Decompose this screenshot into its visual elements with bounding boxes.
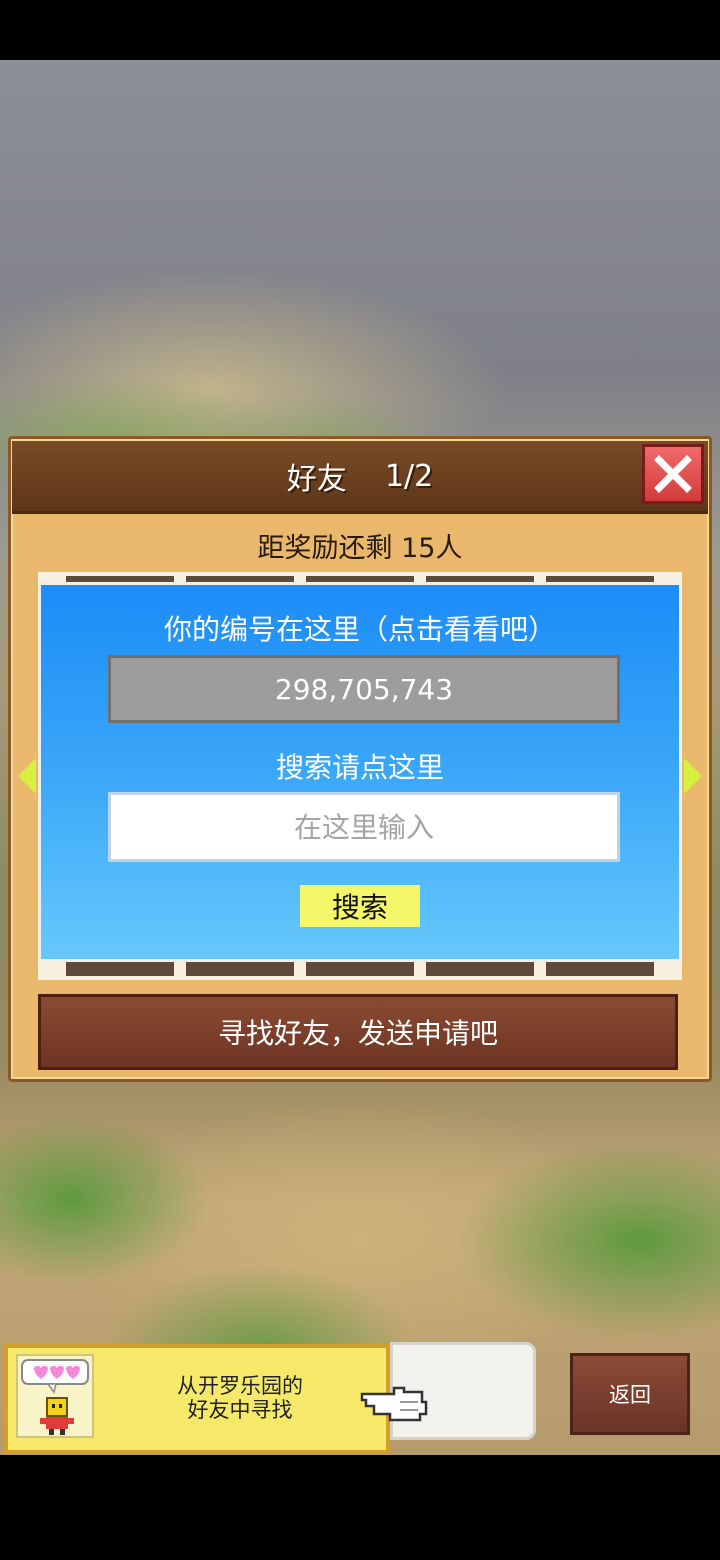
player-id-label: 你的编号在这里（点击看看吧） xyxy=(163,613,556,646)
tab-strip-top xyxy=(38,572,682,582)
arrow-right-icon[interactable] xyxy=(684,758,702,794)
kairo-card-line1: 从开罗乐园的 xyxy=(177,1374,303,1398)
tab-marker xyxy=(546,962,654,976)
friend-id-search-input[interactable] xyxy=(108,792,620,862)
reward-progress-text: 距奖励还剩 15人 xyxy=(257,532,463,564)
tab-marker xyxy=(426,962,534,976)
tab-marker xyxy=(306,962,414,976)
close-icon xyxy=(654,455,692,493)
title-text: 好友 xyxy=(286,462,347,497)
hearts-bubble-icon xyxy=(21,1359,89,1394)
tab-marker xyxy=(186,962,294,976)
player-id-display[interactable]: 298,705,743 xyxy=(108,655,620,723)
back-button[interactable]: 返回 xyxy=(570,1353,690,1435)
kairo-card-line2: 好友中寻找 xyxy=(187,1398,293,1422)
tab-strip-bottom xyxy=(38,962,682,980)
find-friends-button[interactable]: 寻找好友，发送申请吧 xyxy=(38,994,678,1070)
arrow-left-icon[interactable] xyxy=(18,758,36,794)
search-button[interactable]: 搜索 xyxy=(300,885,420,927)
tab-marker xyxy=(66,962,174,976)
mascot-avatar-icon xyxy=(16,1354,94,1438)
page-indicator: 1/2 xyxy=(384,458,434,494)
panel-title: 好友 1/2 xyxy=(12,441,708,511)
search-label: 搜索请点这里 xyxy=(275,751,444,784)
mascot-figure xyxy=(40,1397,74,1435)
pointing-hand-icon xyxy=(360,1386,428,1422)
kairo-card-text: 从开罗乐园的 好友中寻找 xyxy=(120,1368,360,1428)
close-button[interactable] xyxy=(642,444,704,504)
